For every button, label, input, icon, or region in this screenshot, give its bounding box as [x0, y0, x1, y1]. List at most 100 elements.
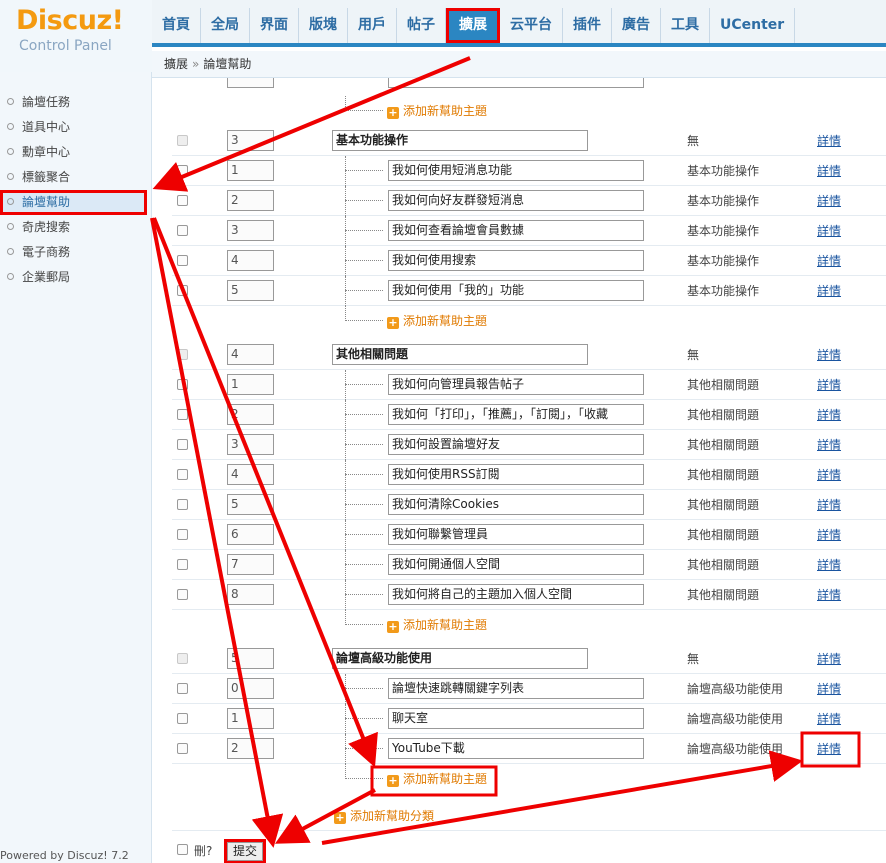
topic-title-input[interactable]: 我如何清除Cookies: [388, 494, 644, 515]
nav-tab-1[interactable]: 全局: [201, 8, 250, 43]
detail-link[interactable]: 詳情: [817, 126, 841, 156]
row-checkbox[interactable]: [177, 589, 188, 600]
row-checkbox[interactable]: [177, 195, 188, 206]
detail-link[interactable]: 詳情: [817, 520, 841, 550]
title-input-partial[interactable]: [388, 78, 644, 88]
topic-title-input[interactable]: 聊天室: [388, 708, 644, 729]
detail-link[interactable]: 詳情: [817, 216, 841, 246]
add-topic-link[interactable]: + 添加新幫助主題: [387, 617, 487, 633]
order-input[interactable]: 2: [227, 190, 274, 211]
topic-title-input[interactable]: 我如何使用搜索: [388, 250, 644, 271]
topic-title-input[interactable]: 論壇快速跳轉關鍵字列表: [388, 678, 644, 699]
order-input[interactable]: 0: [227, 678, 274, 699]
order-input[interactable]: 3: [227, 130, 274, 151]
sidebar-item-0[interactable]: 論壇任務: [0, 90, 152, 115]
order-input[interactable]: 2: [227, 404, 274, 425]
nav-tab-7[interactable]: 云平台: [500, 8, 563, 43]
sidebar-item-5[interactable]: 奇虎搜索: [0, 215, 152, 240]
row-checkbox[interactable]: [177, 165, 188, 176]
row-checkbox[interactable]: [177, 559, 188, 570]
nav-tab-2[interactable]: 界面: [250, 8, 299, 43]
detail-link[interactable]: 詳情: [817, 370, 841, 400]
sidebar-item-4[interactable]: 論壇幫助: [0, 190, 147, 215]
detail-link[interactable]: 詳情: [817, 704, 841, 734]
order-input[interactable]: 3: [227, 220, 274, 241]
detail-link[interactable]: 詳情: [817, 430, 841, 460]
topic-title-input[interactable]: 我如何查看論壇會員數據: [388, 220, 644, 241]
row-checkbox[interactable]: [177, 653, 188, 664]
category-title-input[interactable]: 基本功能操作: [332, 130, 588, 151]
submit-button[interactable]: 提交: [224, 839, 266, 863]
delete-checkbox[interactable]: [177, 844, 188, 855]
sidebar-item-6[interactable]: 電子商務: [0, 240, 152, 265]
row-checkbox[interactable]: [177, 255, 188, 266]
topic-title-input[interactable]: 我如何向好友群發短消息: [388, 190, 644, 211]
order-input[interactable]: 1: [227, 374, 274, 395]
add-topic-link[interactable]: + 添加新幫助主題: [387, 103, 487, 119]
nav-tab-11[interactable]: UCenter: [710, 8, 796, 43]
detail-link[interactable]: 詳情: [817, 340, 841, 370]
detail-link[interactable]: 詳情: [817, 644, 841, 674]
nav-tab-6[interactable]: 擴展: [446, 8, 500, 43]
detail-link[interactable]: 詳情: [817, 246, 841, 276]
order-input[interactable]: 2: [227, 738, 274, 759]
order-input[interactable]: 5: [227, 648, 274, 669]
detail-link[interactable]: 詳情: [817, 460, 841, 490]
row-checkbox[interactable]: [177, 683, 188, 694]
order-input[interactable]: 5: [227, 494, 274, 515]
detail-link[interactable]: 詳情: [817, 580, 841, 610]
category-title-input[interactable]: 論壇高級功能使用: [332, 648, 588, 669]
add-category-link[interactable]: + 添加新幫助分類: [334, 807, 434, 824]
order-input[interactable]: 4: [227, 464, 274, 485]
order-input[interactable]: 3: [227, 434, 274, 455]
detail-link[interactable]: 詳情: [817, 674, 841, 704]
topic-title-input[interactable]: YouTube下載: [388, 738, 644, 759]
detail-link[interactable]: 詳情: [817, 156, 841, 186]
topic-title-input[interactable]: 我如何聯繫管理員: [388, 524, 644, 545]
row-checkbox[interactable]: [177, 379, 188, 390]
topic-title-input[interactable]: 我如何使用短消息功能: [388, 160, 644, 181]
order-input[interactable]: 4: [227, 344, 274, 365]
order-input[interactable]: 8: [227, 584, 274, 605]
row-checkbox[interactable]: [177, 713, 188, 724]
nav-tab-10[interactable]: 工具: [661, 8, 710, 43]
sidebar-item-3[interactable]: 標籤聚合: [0, 165, 152, 190]
breadcrumb-parent[interactable]: 擴展: [164, 57, 188, 71]
detail-link[interactable]: 詳情: [817, 186, 841, 216]
nav-tab-4[interactable]: 用戶: [348, 8, 397, 43]
topic-title-input[interactable]: 我如何「打印」，「推薦」，「訂閱」，「收藏: [388, 404, 644, 425]
nav-tab-3[interactable]: 版塊: [299, 8, 348, 43]
detail-link[interactable]: 詳情: [817, 276, 841, 306]
order-input[interactable]: 6: [227, 524, 274, 545]
detail-link[interactable]: 詳情: [817, 734, 841, 764]
detail-link[interactable]: 詳情: [817, 550, 841, 580]
sidebar-item-2[interactable]: 勳章中心: [0, 140, 152, 165]
topic-title-input[interactable]: 我如何設置論壇好友: [388, 434, 644, 455]
topic-title-input[interactable]: 我如何開通個人空間: [388, 554, 644, 575]
nav-tab-5[interactable]: 帖子: [397, 8, 446, 43]
row-checkbox[interactable]: [177, 743, 188, 754]
sidebar-item-7[interactable]: 企業郵局: [0, 265, 152, 290]
topic-title-input[interactable]: 我如何使用「我的」功能: [388, 280, 644, 301]
row-checkbox[interactable]: [177, 529, 188, 540]
row-checkbox[interactable]: [177, 135, 188, 146]
order-input[interactable]: 1: [227, 708, 274, 729]
category-title-input[interactable]: 其他相關問題: [332, 344, 588, 365]
nav-tab-9[interactable]: 廣告: [612, 8, 661, 43]
order-input-partial[interactable]: [227, 78, 274, 88]
row-checkbox[interactable]: [177, 349, 188, 360]
detail-link[interactable]: 詳情: [817, 490, 841, 520]
order-input[interactable]: 1: [227, 160, 274, 181]
order-input[interactable]: 4: [227, 250, 274, 271]
row-checkbox[interactable]: [177, 469, 188, 480]
order-input[interactable]: 7: [227, 554, 274, 575]
row-checkbox[interactable]: [177, 409, 188, 420]
add-topic-link[interactable]: + 添加新幫助主題: [387, 771, 487, 787]
order-input[interactable]: 5: [227, 280, 274, 301]
row-checkbox[interactable]: [177, 499, 188, 510]
nav-tab-8[interactable]: 插件: [563, 8, 612, 43]
detail-link[interactable]: 詳情: [817, 400, 841, 430]
row-checkbox[interactable]: [177, 285, 188, 296]
topic-title-input[interactable]: 我如何向管理員報告帖子: [388, 374, 644, 395]
row-checkbox[interactable]: [177, 439, 188, 450]
